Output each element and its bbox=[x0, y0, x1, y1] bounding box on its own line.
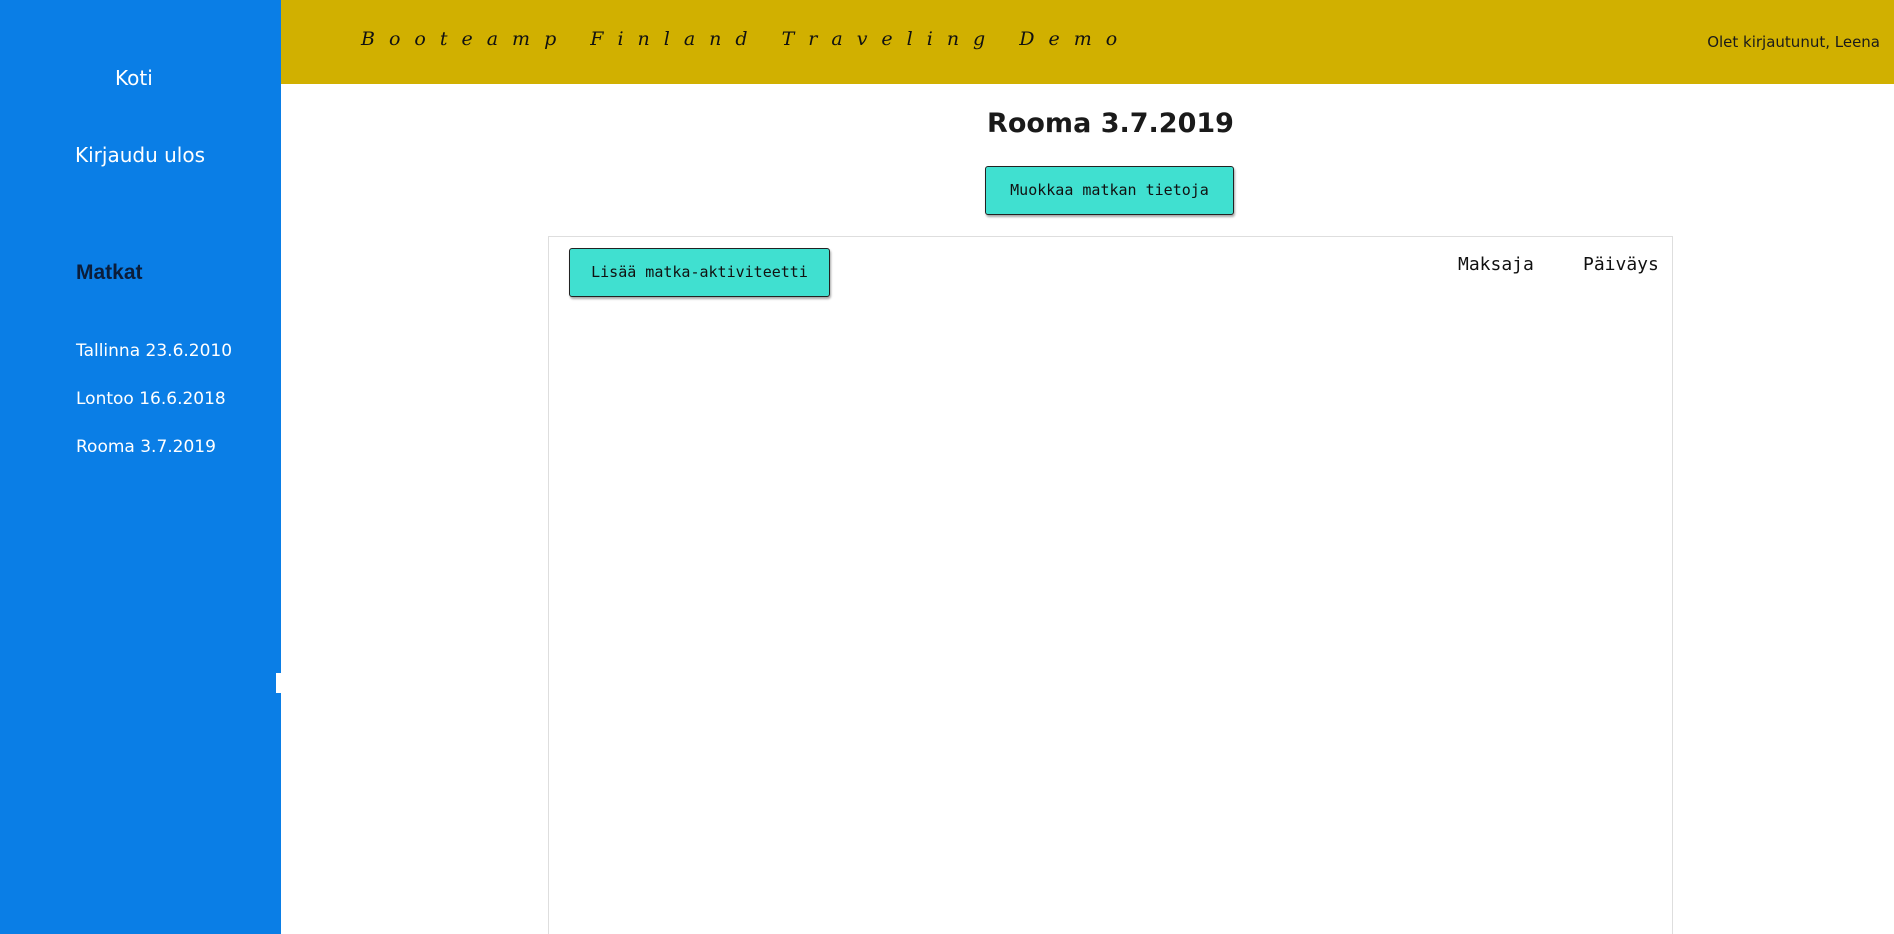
sidebar-logout-link[interactable]: Kirjaudu ulos bbox=[75, 143, 205, 167]
brand-title: Booteamp Finland Traveling Demo bbox=[361, 28, 1132, 50]
column-header-payer: Maksaja bbox=[1458, 254, 1534, 275]
column-header-date: Päiväys bbox=[1583, 254, 1659, 275]
trip-list: Tallinna 23.6.2010 Lontoo 16.6.2018 Room… bbox=[76, 339, 232, 483]
top-bar: Booteamp Finland Traveling Demo Olet kir… bbox=[281, 0, 1894, 84]
sidebar: Koti Kirjaudu ulos Matkat Tallinna 23.6.… bbox=[0, 0, 282, 934]
sidebar-scroll-handle[interactable] bbox=[276, 673, 282, 693]
trip-link-lontoo[interactable]: Lontoo 16.6.2018 bbox=[76, 387, 232, 435]
logged-in-user-name: Leena bbox=[1834, 33, 1880, 51]
page-title: Rooma 3.7.2019 bbox=[987, 108, 1234, 139]
sidebar-home-link[interactable]: Koti bbox=[115, 66, 153, 90]
trip-link-tallinna[interactable]: Tallinna 23.6.2010 bbox=[76, 339, 232, 387]
edit-trip-button[interactable]: Muokkaa matkan tietoja bbox=[985, 166, 1234, 215]
add-activity-button[interactable]: Lisää matka-aktiviteetti bbox=[569, 248, 830, 297]
login-status: Olet kirjautunut, Leena bbox=[1707, 33, 1880, 51]
login-status-prefix: Olet kirjautunut, bbox=[1707, 33, 1835, 51]
trips-heading: Matkat bbox=[76, 261, 143, 284]
trip-link-rooma[interactable]: Rooma 3.7.2019 bbox=[76, 435, 232, 483]
activity-panel: Lisää matka-aktiviteetti Maksaja Päiväys bbox=[548, 236, 1673, 934]
